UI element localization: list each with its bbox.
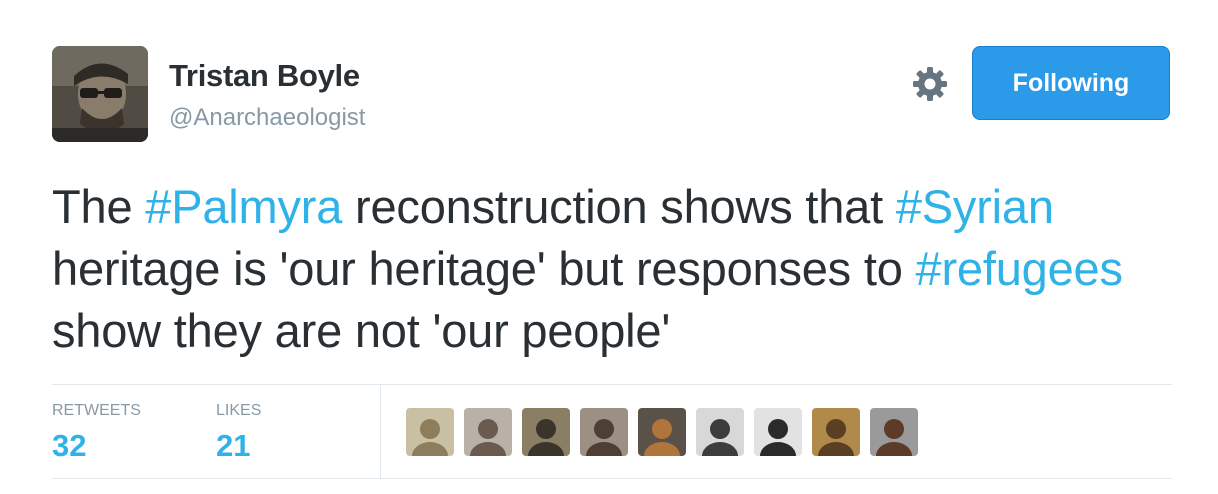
greek-vase-avatar[interactable] xyxy=(638,408,686,456)
manuscript-avatar[interactable] xyxy=(406,408,454,456)
likes-stat[interactable]: LIKES 21 xyxy=(216,402,261,464)
likes-label: LIKES xyxy=(216,402,262,419)
tweet-text-segment: reconstruction shows that xyxy=(342,180,896,233)
bearded-man-avatar[interactable] xyxy=(522,408,570,456)
retweets-stat[interactable]: RETWEETS 32 xyxy=(52,402,141,464)
liker-avatars xyxy=(406,408,918,456)
avatar-photo-icon xyxy=(52,46,148,142)
stats-bottom-divider xyxy=(52,478,1172,479)
stats-top-divider xyxy=(52,384,1172,385)
retweets-label: RETWEETS xyxy=(52,402,141,419)
hashtag-link[interactable]: #Palmyra xyxy=(145,180,342,233)
tweet-card: Tristan Boyle @Anarchaeologist Following… xyxy=(0,0,1218,494)
likes-count: 21 xyxy=(216,428,251,463)
stats-vertical-divider xyxy=(380,385,381,478)
author-avatar[interactable] xyxy=(52,46,148,142)
bookshelf-man-avatar[interactable] xyxy=(812,408,860,456)
author-name[interactable]: Tristan Boyle xyxy=(169,58,360,94)
long-hair-man-avatar[interactable] xyxy=(870,408,918,456)
gear-icon[interactable] xyxy=(911,65,949,103)
tweet-text: The #Palmyra reconstruction shows that #… xyxy=(52,176,1192,362)
tweet-text-segment: The xyxy=(52,180,146,233)
tweet-text-segment: heritage is 'our heritage' but responses… xyxy=(52,242,916,295)
tweet-text-segment: show they are not 'our people' xyxy=(52,304,671,357)
author-handle[interactable]: @Anarchaeologist xyxy=(169,104,365,132)
hashtag-link[interactable]: #Syrian xyxy=(896,180,1054,233)
hashtag-link[interactable]: #refugees xyxy=(916,242,1123,295)
retweets-count: 32 xyxy=(52,428,87,463)
following-button[interactable]: Following xyxy=(972,46,1170,120)
curly-hair-man-avatar[interactable] xyxy=(580,408,628,456)
woman-outdoor-avatar[interactable] xyxy=(464,408,512,456)
bald-man-bw-avatar[interactable] xyxy=(696,408,744,456)
man-with-hat-bw-avatar[interactable] xyxy=(754,408,802,456)
